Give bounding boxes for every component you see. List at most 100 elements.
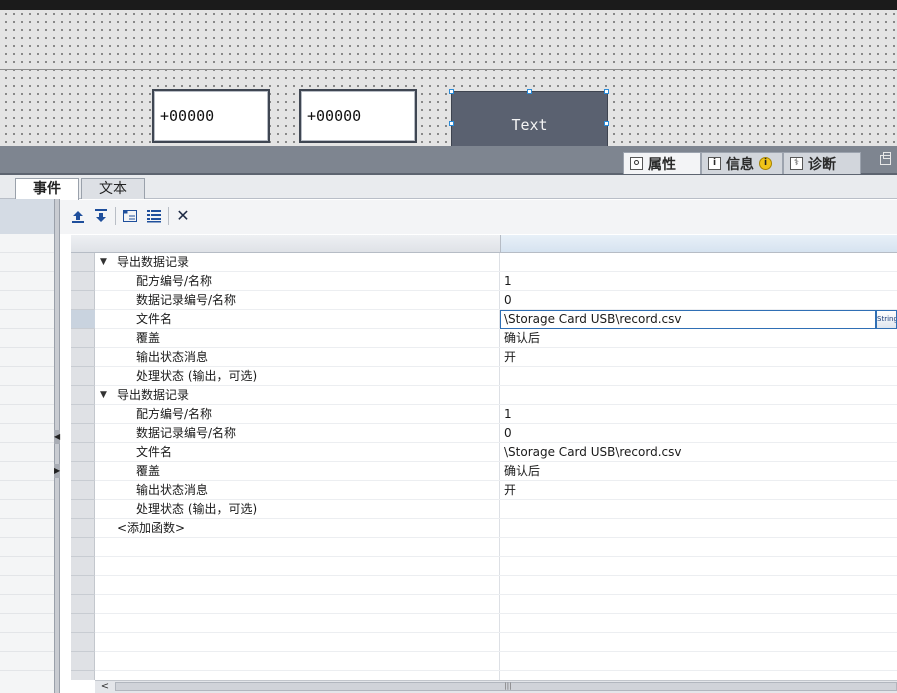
list-functions-icon[interactable] [146, 208, 162, 224]
event-list-divider [0, 385, 54, 386]
tab-texts[interactable]: 文本 [81, 178, 145, 199]
param-name: 输出状态消息 [136, 350, 209, 364]
event-list-divider [0, 632, 54, 633]
row-header-line [71, 518, 95, 519]
selection-handle-n[interactable] [527, 89, 532, 94]
event-list-selected-item[interactable] [0, 199, 54, 234]
param-row[interactable] [95, 462, 897, 481]
grid-header-value-column [500, 235, 897, 253]
param-name: 文件名 [136, 312, 173, 326]
empty-row [95, 576, 897, 595]
event-list-divider [0, 328, 54, 329]
param-row[interactable] [95, 443, 897, 462]
event-list-divider [0, 575, 54, 576]
row-header-line [71, 575, 95, 576]
param-name: 处理状态 (输出，可选) [136, 369, 258, 383]
param-value[interactable]: 1 [504, 272, 512, 291]
param-value[interactable]: 开 [504, 481, 516, 500]
empty-row [95, 614, 897, 633]
tag-select-button[interactable]: String [876, 310, 897, 329]
row-header-line [71, 461, 95, 462]
io-field-2[interactable]: +00000 [299, 89, 417, 143]
add-function-link[interactable]: <添加函数> [117, 519, 185, 538]
param-name: 处理状态 (输出，可选) [136, 502, 258, 516]
param-name: 文件名 [136, 445, 173, 459]
param-value[interactable]: 开 [504, 348, 516, 367]
empty-row [95, 557, 897, 576]
collapse-left-arrow-icon[interactable]: ◀ [54, 430, 60, 444]
collapse-triangle-icon[interactable]: ▼ [100, 386, 107, 405]
move-up-icon[interactable] [70, 208, 86, 224]
filename-edit-field[interactable]: \Storage Card USB\record.csv [500, 310, 876, 329]
selection-handle-nw[interactable] [449, 89, 454, 94]
row-header-line [71, 385, 95, 386]
param-value[interactable]: 0 [504, 291, 512, 310]
param-name: 数据记录编号/名称 [136, 293, 237, 307]
insert-function-icon[interactable] [122, 208, 138, 224]
scroll-left-arrow-icon[interactable]: < [98, 681, 112, 692]
panel-splitter[interactable] [54, 199, 60, 693]
event-list-divider [0, 442, 54, 443]
param-name: 数据记录编号/名称 [136, 426, 237, 440]
event-list-divider [0, 290, 54, 291]
param-value[interactable]: 确认后 [504, 462, 540, 481]
function-row[interactable] [95, 386, 897, 405]
row-header-line [71, 271, 95, 272]
tab-properties[interactable]: 属性 [623, 152, 701, 174]
param-value[interactable]: \Storage Card USB\record.csv [504, 443, 681, 462]
tab-info-label: 信息 [726, 156, 754, 173]
row-header-line [71, 556, 95, 557]
event-list-divider [0, 309, 54, 310]
selection-handle-ne[interactable] [604, 89, 609, 94]
row-header-line [71, 537, 95, 538]
row-header-line [71, 499, 95, 500]
param-row[interactable] [95, 405, 897, 424]
row-header-line [71, 328, 95, 329]
param-value[interactable]: 确认后 [504, 329, 540, 348]
event-list-divider [0, 499, 54, 500]
info-badge-icon: i [759, 157, 772, 170]
function-row[interactable] [95, 253, 897, 272]
empty-row [95, 652, 897, 671]
param-row[interactable] [95, 272, 897, 291]
add-function-row[interactable] [95, 519, 897, 538]
toolbar-separator [168, 207, 169, 225]
event-list-divider [0, 594, 54, 595]
tab-diagnostics[interactable]: ⚕ 诊断 [783, 152, 861, 174]
param-row[interactable] [95, 348, 897, 367]
param-row[interactable] [95, 481, 897, 500]
param-row[interactable] [95, 329, 897, 348]
move-down-icon[interactable] [93, 208, 109, 224]
row-header-line [71, 404, 95, 405]
event-list-divider [0, 366, 54, 367]
delete-icon[interactable]: ✕ [175, 208, 191, 224]
param-value[interactable]: 1 [504, 405, 512, 424]
expand-right-arrow-icon[interactable]: ▶ [54, 464, 60, 478]
row-header-line [71, 613, 95, 614]
param-name: 输出状态消息 [136, 483, 209, 497]
param-value[interactable]: 0 [504, 424, 512, 443]
row-header-line [71, 366, 95, 367]
tab-info[interactable]: i 信息 i [701, 152, 783, 174]
hmi-text-button[interactable]: Text [451, 91, 608, 147]
param-name: 配方编号/名称 [136, 407, 213, 421]
param-name: 覆盖 [136, 331, 161, 345]
selection-handle-w[interactable] [449, 121, 454, 126]
row-header-line [71, 423, 95, 424]
event-list-divider [0, 252, 54, 253]
row-header-line [71, 594, 95, 595]
collapse-triangle-icon[interactable]: ▼ [100, 253, 107, 272]
param-name: 配方编号/名称 [136, 274, 213, 288]
param-name: 覆盖 [136, 464, 161, 478]
io-field-1[interactable]: +00000 [152, 89, 270, 143]
toolbar-separator [115, 207, 116, 225]
tab-events[interactable]: 事件 [15, 178, 79, 200]
selection-handle-e[interactable] [604, 121, 609, 126]
empty-row [95, 595, 897, 614]
event-list-divider [0, 461, 54, 462]
tab-properties-label: 属性 [648, 156, 676, 173]
restore-window-icon[interactable] [880, 152, 891, 165]
selected-row-header [71, 310, 95, 329]
row-header-line [71, 442, 95, 443]
event-list-divider [0, 613, 54, 614]
